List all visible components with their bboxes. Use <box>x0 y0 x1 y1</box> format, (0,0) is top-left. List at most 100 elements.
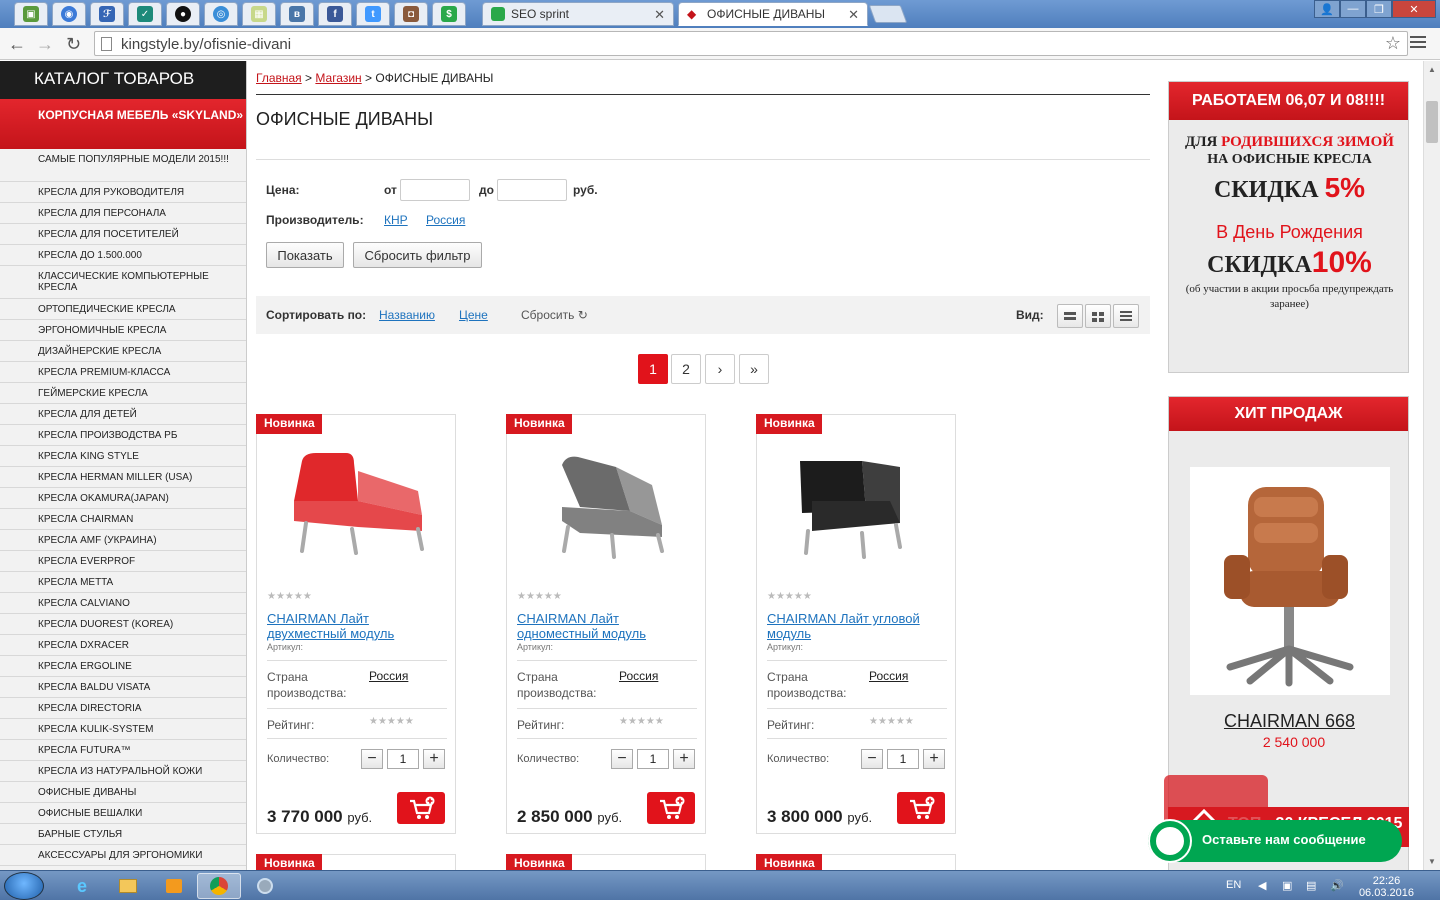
sidebar-item-category[interactable]: ДИЗАЙНЕРСКИЕ КРЕСЛА <box>0 341 246 362</box>
quantity-decrease-button[interactable]: − <box>861 749 883 769</box>
product-card[interactable]: Новинка <box>756 854 956 870</box>
show-button[interactable]: Показать <box>266 242 344 268</box>
reset-filter-button[interactable]: Сбросить фильтр <box>353 242 482 268</box>
sidebar-item-category[interactable]: КРЕСЛА PREMIUM-КЛАССА <box>0 362 246 383</box>
next-page-button[interactable]: › <box>705 354 735 384</box>
pinned-tab[interactable]: ℱ <box>90 2 124 26</box>
sidebar-item-category[interactable]: ГЕЙМЕРСКИЕ КРЕСЛА <box>0 383 246 404</box>
sidebar-item-category[interactable]: КРЕСЛА ИЗ НАТУРАЛЬНОЙ КОЖИ <box>0 761 246 782</box>
sidebar-item-category[interactable]: КРЕСЛА DIRECTORIA <box>0 698 246 719</box>
sidebar-item-category[interactable]: КРЕСЛА ДЛЯ ДЕТЕЙ <box>0 404 246 425</box>
hit-product-image[interactable] <box>1190 467 1390 695</box>
quantity-increase-button[interactable]: + <box>923 749 945 769</box>
app-icon[interactable] <box>243 873 287 899</box>
language-indicator[interactable]: EN <box>1226 879 1241 891</box>
sort-by-price-link[interactable]: Цене <box>459 308 488 322</box>
sort-by-name-link[interactable]: Названию <box>379 308 435 322</box>
view-table-button[interactable] <box>1113 304 1139 328</box>
pinned-tab[interactable]: f <box>318 2 352 26</box>
sidebar-item-category[interactable]: ОРТОПЕДИЧЕСКИЕ КРЕСЛА <box>0 299 246 320</box>
quantity-input[interactable]: 1 <box>637 749 669 769</box>
product-image[interactable] <box>272 441 442 581</box>
product-name-link[interactable]: CHAIRMAN Лайт угловой модуль <box>767 611 947 641</box>
tray-arrow-icon[interactable]: ◀ <box>1258 879 1266 892</box>
vertical-scrollbar[interactable]: ▲ ▼ <box>1423 61 1440 870</box>
address-bar[interactable]: kingstyle.by/ofisnie-divani ☆ <box>94 31 1408 56</box>
pinned-tab[interactable]: ◉ <box>52 2 86 26</box>
sidebar-item-category[interactable]: КРЕСЛА HERMAN MILLER (USA) <box>0 467 246 488</box>
breadcrumb-home-link[interactable]: Главная <box>256 71 302 85</box>
pinned-tab[interactable]: в <box>280 2 314 26</box>
chrome-icon[interactable] <box>197 873 241 899</box>
sidebar-item-category[interactable]: КРЕСЛА ДЛЯ ПЕРСОНАЛА <box>0 203 246 224</box>
sidebar-item-category[interactable]: КРЕСЛА ДЛЯ РУКОВОДИТЕЛЯ <box>0 182 246 203</box>
close-icon[interactable]: ✕ <box>848 7 859 23</box>
sidebar-item-category[interactable]: КРЕСЛА FUTURA™ <box>0 740 246 761</box>
sidebar-item-category[interactable]: КРЕСЛА METTA <box>0 572 246 593</box>
rating-stars-icon[interactable]: ★★★★★ <box>619 716 664 727</box>
page-2-button[interactable]: 2 <box>671 354 701 384</box>
sidebar-item-category[interactable]: КРЕСЛА CHAIRMAN <box>0 509 246 530</box>
last-page-button[interactable]: » <box>739 354 769 384</box>
tab-seo-sprint[interactable]: SEO sprint ✕ <box>482 2 674 26</box>
chat-widget-button[interactable]: Оставьте нам сообщение <box>1148 820 1402 862</box>
view-list-button[interactable] <box>1057 304 1083 328</box>
sidebar-item-category[interactable]: КРЕСЛА KING STYLE <box>0 446 246 467</box>
scroll-up-icon[interactable]: ▲ <box>1428 65 1436 74</box>
sort-reset-link[interactable]: Сбросить ↻ <box>521 308 588 322</box>
close-icon[interactable]: ✕ <box>654 7 665 23</box>
menu-icon[interactable] <box>1410 36 1426 51</box>
bookmark-star-icon[interactable]: ☆ <box>1385 33 1401 54</box>
reload-icon[interactable]: ↻ <box>66 34 81 55</box>
sidebar-item-category[interactable]: АКСЕССУАРЫ ДЛЯ ЭРГОНОМИКИ <box>0 845 246 866</box>
back-arrow-icon[interactable]: ← <box>8 34 26 55</box>
scroll-down-icon[interactable]: ▼ <box>1428 857 1436 866</box>
sidebar-item-category[interactable]: ЭРГОНОМИЧНЫЕ КРЕСЛА <box>0 320 246 341</box>
product-image[interactable] <box>772 441 942 581</box>
sidebar-item-category[interactable]: САМЫЕ ПОПУЛЯРНЫЕ МОДЕЛИ 2015!!! <box>0 149 246 182</box>
folder-icon[interactable] <box>106 873 150 899</box>
quantity-increase-button[interactable]: + <box>423 749 445 769</box>
quantity-increase-button[interactable]: + <box>673 749 695 769</box>
sidebar-item-skyland[interactable]: КОРПУСНАЯ МЕБЕЛЬ «SKYLAND» <box>0 99 246 149</box>
pinned-tab[interactable]: ▣ <box>14 2 48 26</box>
pinned-tab[interactable]: ◘ <box>394 2 428 26</box>
pinned-tab[interactable]: ◎ <box>204 2 238 26</box>
sidebar-item-category[interactable]: ОФИСНЫЕ ДИВАНЫ <box>0 782 246 803</box>
product-card[interactable]: Новинка <box>256 854 456 870</box>
pinned-tab[interactable]: ▦ <box>242 2 276 26</box>
sidebar-item-category[interactable]: ОФИСНЫЕ ВЕШАЛКИ <box>0 803 246 824</box>
quantity-decrease-button[interactable]: − <box>361 749 383 769</box>
page-1-button[interactable]: 1 <box>638 354 668 384</box>
sidebar-item-category[interactable]: КРЕСЛА BALDU VISATA <box>0 677 246 698</box>
rating-stars-icon[interactable]: ★★★★★ <box>767 591 812 602</box>
network-icon[interactable]: ▣ <box>1282 879 1292 892</box>
new-tab-button[interactable] <box>868 5 908 23</box>
add-to-cart-button[interactable] <box>897 792 945 824</box>
sidebar-item-category[interactable]: КРЕСЛА ERGOLINE <box>0 656 246 677</box>
sidebar-item-category[interactable]: КРЕСЛА ДЛЯ ПОСЕТИТЕЛЕЙ <box>0 224 246 245</box>
sidebar-item-category[interactable]: КРЕСЛА DXRACER <box>0 635 246 656</box>
tab-ofisnie-divani[interactable]: ◆ ОФИСНЫЕ ДИВАНЫ ✕ <box>678 2 868 26</box>
sidebar-item-category[interactable]: БАРНЫЕ СТУЛЬЯ <box>0 824 246 845</box>
country-value[interactable]: Россия <box>869 669 908 683</box>
sidebar-item-category[interactable]: КРЕСЛА OKAMURA(JAPAN) <box>0 488 246 509</box>
sidebar-item-category[interactable]: КРЕСЛА DUOREST (KOREA) <box>0 614 246 635</box>
rating-stars-icon[interactable]: ★★★★★ <box>869 716 914 727</box>
minimize-button[interactable]: — <box>1340 0 1366 18</box>
add-to-cart-button[interactable] <box>397 792 445 824</box>
promo-banner[interactable]: РАБОТАЕМ 06,07 И 08!!!! ДЛЯ РОДИВШИХСЯ З… <box>1168 81 1409 373</box>
sidebar-item-category[interactable]: КРЕСЛА ПРОИЗВОДСТВА РБ <box>0 425 246 446</box>
product-name-link[interactable]: CHAIRMAN Лайт одноместный модуль <box>517 611 697 641</box>
sidebar-item-category[interactable]: КРЕСЛА ДО 1.500.000 <box>0 245 246 266</box>
pinned-tab[interactable]: ✓ <box>128 2 162 26</box>
quantity-decrease-button[interactable]: − <box>611 749 633 769</box>
quantity-input[interactable]: 1 <box>887 749 919 769</box>
volume-icon[interactable]: 🔊 <box>1330 879 1344 892</box>
rating-stars-icon[interactable]: ★★★★★ <box>267 591 312 602</box>
clock[interactable]: 22:26 06.03.2016 <box>1359 875 1414 899</box>
user-icon[interactable]: 👤 <box>1314 0 1340 18</box>
media-player-icon[interactable] <box>152 873 196 899</box>
add-to-cart-button[interactable] <box>647 792 695 824</box>
window-close-button[interactable]: ✕ <box>1392 0 1436 18</box>
